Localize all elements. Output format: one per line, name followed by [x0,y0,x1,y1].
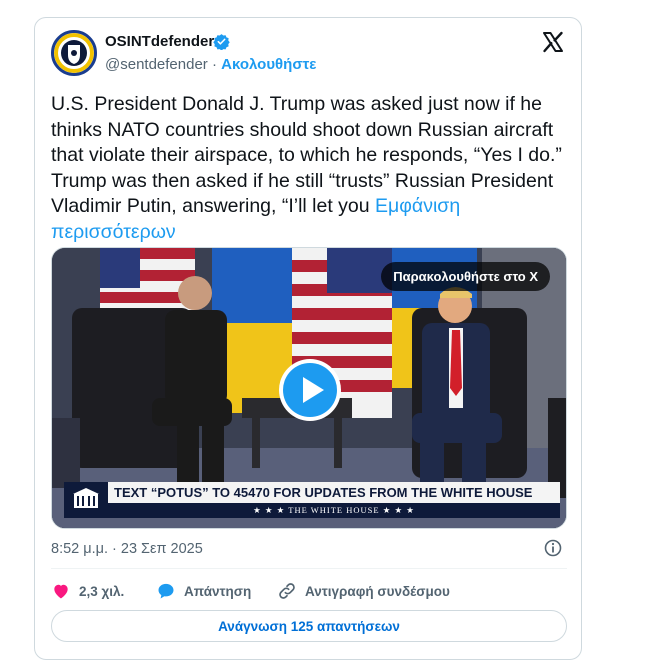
x-logo-icon[interactable] [541,30,565,54]
link-icon [279,583,295,599]
follow-link[interactable]: Ακολουθήστε [221,56,316,73]
action-bar: 2,3 χιλ. Απάντηση Αντιγραφή συνδέσμου [51,578,567,604]
heart-icon [54,584,68,599]
tweet-card: OSINTdefender @sentdefender · Ακολουθήστ… [34,17,582,660]
avatar[interactable] [51,30,97,76]
tweet-body: U.S. President Donald J. Trump was asked… [51,93,562,217]
video-chyron: TEXT “POTUS” TO 45470 FOR UPDATES FROM T… [64,482,560,518]
video-player[interactable]: Παρακολουθήστε στο X TEXT “POTUS” TO 454… [51,247,567,529]
reply-button[interactable]: Απάντηση [156,578,251,604]
copy-link-label: Αντιγραφή συνδέσμου [305,583,450,599]
watch-on-x-button[interactable]: Παρακολουθήστε στο X [381,262,550,291]
like-count: 2,3 χιλ. [79,583,125,599]
reply-label: Απάντηση [184,583,252,599]
chyron-subline: ★ ★ ★ THE WHITE HOUSE ★ ★ ★ [108,503,560,518]
copy-link-button[interactable]: Αντιγραφή συνδέσμου [277,578,450,604]
play-icon[interactable] [278,358,342,422]
separator-dot: · [211,56,217,73]
author-display-name[interactable]: OSINTdefender [105,33,214,50]
tweet-timestamp[interactable]: 8:52 μ.μ. · 23 Σεπ 2025 [51,541,203,557]
divider [51,568,567,569]
like-button[interactable]: 2,3 χιλ. [51,578,124,604]
handle-row: @sentdefender · Ακολουθήστε [105,56,316,73]
tweet-text: U.S. President Donald J. Trump was asked… [51,92,571,245]
verified-badge-icon [213,34,230,50]
info-icon[interactable] [543,538,563,558]
author-handle[interactable]: @sentdefender [105,56,208,73]
reply-bubble-icon [158,583,174,599]
read-replies-button[interactable]: Ανάγνωση 125 απαντήσεων [51,610,567,642]
chyron-headline: TEXT “POTUS” TO 45470 FOR UPDATES FROM T… [108,482,560,503]
white-house-logo-icon [64,482,108,518]
